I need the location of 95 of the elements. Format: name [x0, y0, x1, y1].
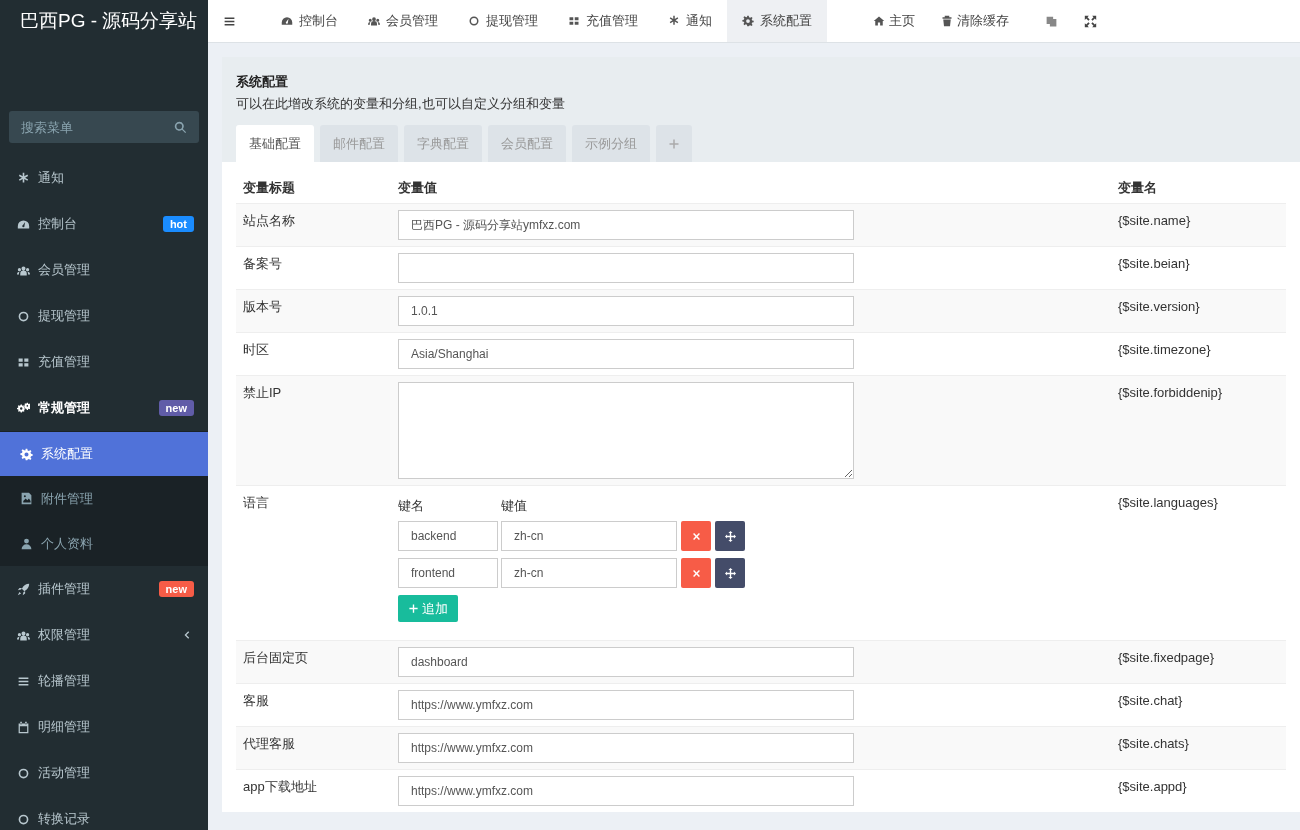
submenu-item[interactable]: 个人资料 — [0, 521, 208, 566]
input-field[interactable]: dashboard — [398, 647, 854, 677]
column-header: 变量名 — [1117, 179, 1158, 197]
search-icon — [174, 121, 187, 134]
value-input[interactable]: zh-cn — [501, 521, 677, 551]
search-field[interactable]: 搜索菜单 — [9, 111, 199, 143]
key-label: 键名 — [398, 497, 425, 515]
input-field[interactable]: Asia/Shanghai — [398, 339, 854, 369]
move-icon — [724, 567, 736, 579]
users-icon — [368, 15, 380, 27]
input-field[interactable]: 巴西PG - 源码分享站ymfxz.com — [398, 210, 854, 240]
grid-icon — [17, 355, 30, 369]
grid-icon — [568, 15, 580, 27]
move-icon — [724, 530, 736, 542]
variable-title: 版本号 — [243, 299, 282, 314]
panel-description: 可以在此增改系统的变量和分组,也可以自定义分组和变量 — [236, 95, 566, 113]
variable-title: 备案号 — [243, 256, 282, 271]
variable-name: {$site.name} — [1118, 213, 1191, 228]
sidebar-item[interactable]: 通知 — [0, 155, 208, 201]
sidebar-item[interactable]: 控制台 hot — [0, 201, 208, 247]
variable-name: {$site.timezone} — [1118, 342, 1211, 357]
sidebar-item[interactable]: 提现管理 — [0, 293, 208, 339]
menu-badge: new — [158, 581, 194, 597]
sidebar-item[interactable]: 权限管理 — [0, 612, 208, 658]
trash-icon — [941, 15, 953, 27]
gears-icon — [17, 401, 30, 415]
nav-tab[interactable]: 会员管理 — [353, 0, 453, 42]
sidebar-item[interactable]: 转换记录 — [0, 796, 208, 830]
users-icon — [17, 263, 30, 277]
drag-button[interactable] — [715, 558, 745, 588]
config-tab[interactable]: 基础配置 — [236, 125, 314, 162]
submenu-item[interactable]: 附件管理 — [0, 476, 208, 521]
brand-title[interactable]: 巴西PG - 源码分享站 — [0, 0, 208, 42]
users-icon — [17, 628, 30, 642]
variable-title: 代理客服 — [243, 736, 295, 751]
user-icon — [20, 537, 33, 550]
variable-name: {$site.fixedpage} — [1118, 650, 1215, 665]
menu-badge: new — [158, 400, 194, 416]
image-file-icon — [20, 492, 33, 505]
variable-name: {$site.forbiddenip} — [1118, 385, 1223, 400]
variable-title: app下载地址 — [243, 779, 317, 794]
nav-link[interactable]: 主页 — [860, 12, 928, 30]
asterisk-icon — [668, 15, 680, 27]
input-field[interactable]: https://www.ymfxz.com — [398, 776, 854, 806]
variable-title: 语言 — [243, 495, 269, 510]
list-icon — [17, 674, 30, 688]
menu-badge: hot — [162, 216, 194, 232]
variable-name: {$site.chat} — [1118, 693, 1183, 708]
variable-name: {$site.chats} — [1118, 736, 1189, 751]
input-field[interactable]: https://www.ymfxz.com — [398, 733, 854, 763]
column-header: 变量值 — [397, 179, 438, 197]
value-input[interactable]: zh-cn — [501, 558, 677, 588]
gauge-icon — [17, 217, 30, 231]
submenu-item[interactable]: 系统配置 — [0, 432, 208, 476]
nav-tab[interactable]: 通知 — [653, 0, 727, 42]
nav-link[interactable]: 清除缓存 — [928, 12, 1022, 30]
variable-name: {$site.beian} — [1118, 256, 1190, 271]
drag-button[interactable] — [715, 521, 745, 551]
calendar-icon — [17, 720, 30, 734]
nav-tab[interactable]: 控制台 — [266, 0, 353, 42]
variable-name: {$site.appd} — [1118, 779, 1187, 794]
column-header: 变量标题 — [242, 179, 296, 197]
nav-tab[interactable]: 系统配置 — [727, 0, 827, 42]
variable-name: {$site.version} — [1118, 299, 1200, 314]
input-field[interactable]: https://www.ymfxz.com — [398, 690, 854, 720]
nav-tab[interactable]: 提现管理 — [453, 0, 553, 42]
nav-tab[interactable]: 充值管理 — [553, 0, 653, 42]
sidebar-item[interactable]: 插件管理 new — [0, 566, 208, 612]
variable-title: 客服 — [243, 693, 269, 708]
sidebar-item[interactable]: 会员管理 — [0, 247, 208, 293]
input-field[interactable]: 1.0.1 — [398, 296, 854, 326]
key-input[interactable]: frontend — [398, 558, 498, 588]
sidebar-item[interactable]: 明细管理 — [0, 704, 208, 750]
sidebar-item[interactable]: 活动管理 — [0, 750, 208, 796]
close-icon — [690, 530, 702, 542]
key-input[interactable]: backend — [398, 521, 498, 551]
input-field[interactable] — [398, 253, 854, 283]
home-icon — [873, 15, 885, 27]
settings-icon — [742, 15, 754, 27]
plus-icon — [668, 137, 680, 150]
variable-title: 禁止IP — [243, 385, 282, 400]
variable-title: 站点名称 — [243, 213, 295, 228]
settings-icon — [20, 447, 33, 461]
variable-title: 后台固定页 — [243, 650, 308, 665]
variable-title: 时区 — [243, 342, 269, 357]
value-label: 键值 — [501, 497, 527, 515]
asterisk-icon — [17, 171, 30, 185]
gauge-icon — [281, 15, 293, 27]
rocket-icon — [17, 582, 30, 596]
close-icon — [690, 567, 702, 579]
sidebar-item[interactable]: 充值管理 — [0, 339, 208, 385]
panel-title: 系统配置 — [236, 73, 289, 91]
plus-icon — [408, 603, 419, 614]
variable-name: {$site.languages} — [1118, 495, 1218, 510]
sidebar-item[interactable]: 轮播管理 — [0, 658, 208, 704]
